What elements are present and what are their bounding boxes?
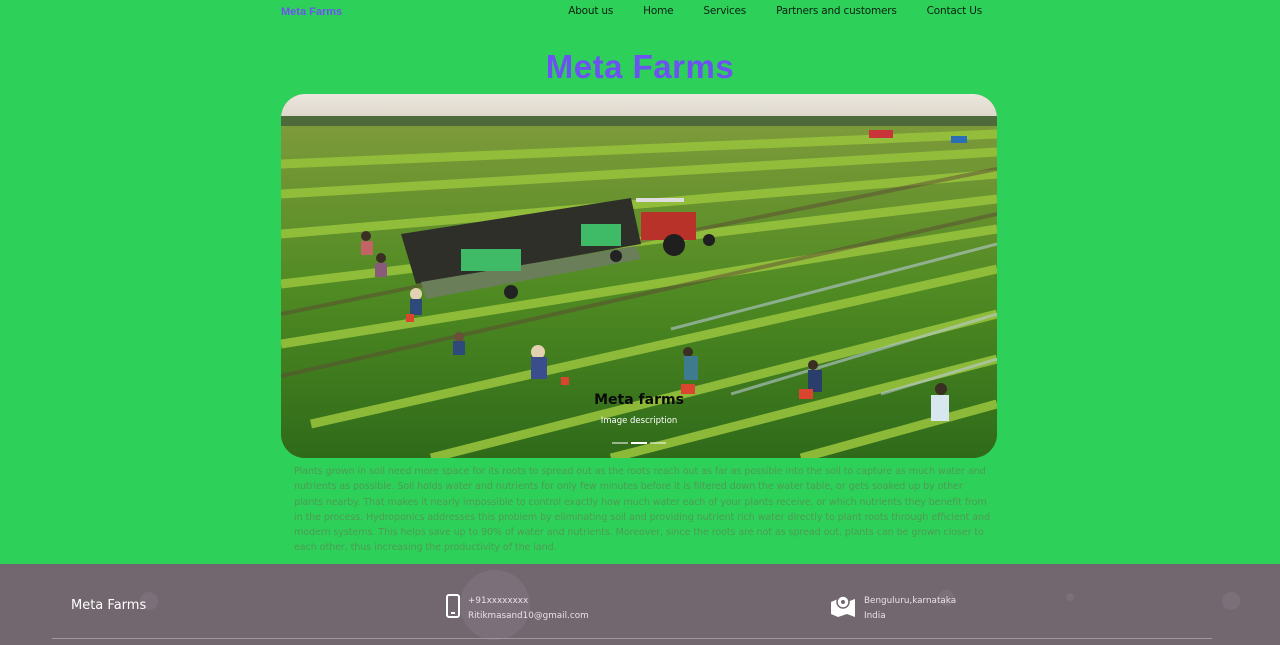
- phone-icon: [446, 594, 460, 622]
- nav-link-services[interactable]: Services: [703, 5, 746, 17]
- nav-link-about-us[interactable]: About us: [568, 5, 613, 17]
- footer-phone-contact: +91xxxxxxxx Ritikmasand10@gmail.com: [446, 594, 589, 622]
- page-title: Meta Farms: [545, 48, 735, 85]
- nav-links: About us Home Services Partners and cust…: [568, 5, 982, 17]
- carousel-indicator-2[interactable]: [631, 442, 647, 444]
- footer-country: India: [864, 610, 886, 621]
- footer-city: Benguluru,karnataka: [864, 595, 957, 606]
- footer: Meta Farms +91xxxxxxxx Ritikmasand10@gma…: [0, 564, 1280, 645]
- nav-link-home[interactable]: Home: [643, 5, 673, 17]
- about-paragraph: Plants grown in soil need more space for…: [294, 466, 991, 554]
- image-carousel[interactable]: Meta farms Image description: [281, 94, 997, 458]
- footer-address: Benguluru,karnataka India: [830, 594, 956, 622]
- nav-link-contact-us[interactable]: Contact Us: [927, 5, 983, 17]
- footer-phone[interactable]: +91xxxxxxxx: [468, 596, 589, 606]
- nav-link-partners[interactable]: Partners and customers: [776, 5, 897, 17]
- carousel-indicator-1[interactable]: [612, 442, 628, 444]
- footer-brand: Meta Farms: [71, 598, 147, 613]
- decorative-bubble: [1222, 592, 1240, 610]
- carousel-caption-title: Meta farms: [594, 392, 684, 408]
- navbar: Meta Farms About us Home Services Partne…: [0, 0, 1280, 26]
- nav-brand[interactable]: Meta Farms: [281, 6, 342, 18]
- carousel-indicators: [281, 442, 997, 444]
- carousel-indicator-3[interactable]: [650, 442, 666, 444]
- carousel-caption-description: Image description: [600, 416, 678, 426]
- decorative-bubble: [1066, 593, 1074, 601]
- footer-email[interactable]: Ritikmasand10@gmail.com: [468, 611, 589, 621]
- map-location-icon: [830, 594, 856, 622]
- footer-divider: [52, 638, 1212, 639]
